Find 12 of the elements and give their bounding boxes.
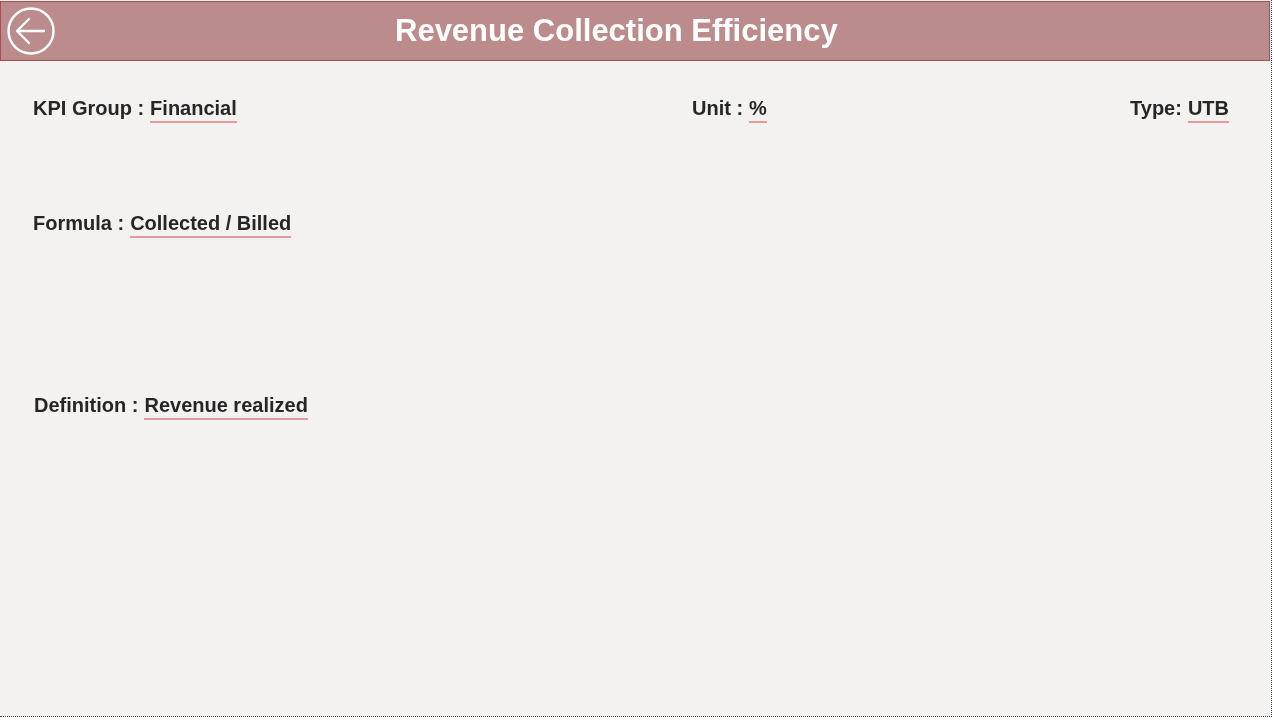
field-value: Financial: [150, 96, 237, 123]
field-value: Collected / Billed: [130, 211, 292, 238]
field-label: KPI Group :: [33, 96, 145, 120]
page-title: Revenue Collection Efficiency: [395, 12, 838, 50]
field-label: Unit :: [692, 96, 744, 120]
field-value: Revenue realized: [144, 393, 308, 420]
field-label: Formula :: [33, 211, 125, 235]
field-label: Type:: [1130, 96, 1182, 120]
field-value: %: [749, 96, 767, 123]
field-label: Definition :: [34, 393, 139, 417]
back-icon[interactable]: [7, 7, 55, 55]
field-value: UTB: [1187, 96, 1229, 123]
